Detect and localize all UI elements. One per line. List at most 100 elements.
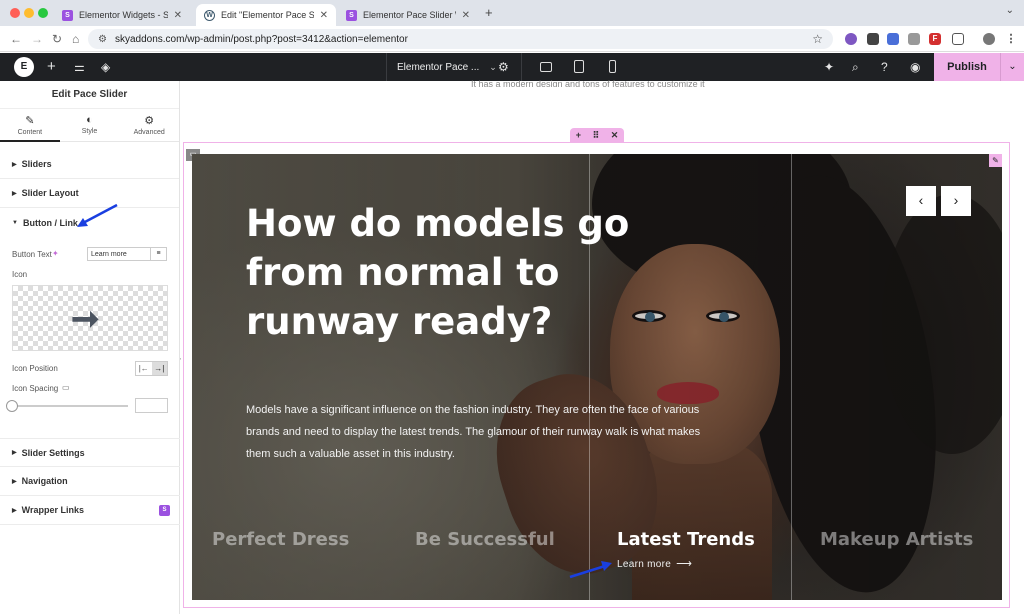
section-label: Slider Settings: [21, 447, 85, 458]
caret-right-icon: ▶: [12, 161, 17, 168]
align-right-icon[interactable]: →|: [151, 362, 167, 375]
maximize-window-button[interactable]: [38, 8, 48, 18]
section-sliders[interactable]: ▶ Sliders: [0, 150, 179, 179]
tab-advanced[interactable]: ⚙ Advanced: [119, 109, 179, 141]
extensions-puzzle-icon[interactable]: [952, 33, 964, 45]
close-tab-icon[interactable]: ✕: [320, 10, 328, 21]
wordpress-favicon-icon: W: [204, 9, 215, 21]
tablet-view-icon[interactable]: [574, 60, 584, 73]
section-handle: + ⠿ ✕: [570, 128, 624, 142]
home-icon[interactable]: ⌂: [72, 32, 79, 46]
pace-slider-hero[interactable]: How do models go from normal to runway r…: [192, 154, 1002, 600]
back-arrow-icon[interactable]: ←: [10, 32, 22, 46]
structure-layers-icon[interactable]: ◈: [101, 59, 110, 75]
slide-label-be-successful[interactable]: Be Successful: [415, 529, 555, 550]
new-tab-button[interactable]: +: [485, 5, 493, 20]
tab-label: Advanced: [133, 129, 165, 136]
slide-label-makeup-artists[interactable]: Makeup Artists: [820, 529, 973, 550]
extension-red-icon[interactable]: F: [929, 33, 941, 45]
learn-more-link[interactable]: Learn more ⟶: [617, 557, 692, 570]
slider-prev-button[interactable]: ‹: [906, 186, 936, 216]
slide-title: How do models go from normal to runway r…: [246, 202, 630, 343]
section-wrapper-links[interactable]: ▶ Wrapper Links S: [0, 496, 180, 525]
section-slider-settings[interactable]: ▶ Slider Settings: [0, 438, 180, 467]
forward-arrow-icon[interactable]: →: [31, 32, 43, 46]
add-section-icon[interactable]: +: [576, 130, 581, 140]
desktop-view-icon[interactable]: [540, 62, 552, 72]
sky-addons-favicon-icon: S: [62, 9, 73, 21]
annotation-arrow-icon: [77, 203, 118, 227]
tab-title: Elementor Widgets - Sky Add: [79, 10, 168, 20]
icon-spacing-slider-track[interactable]: [12, 405, 128, 407]
browser-tab-sky-addons[interactable]: S Elementor Widgets - Sky Add ✕: [54, 4, 190, 26]
site-settings-sliders-icon[interactable]: ⚌: [74, 59, 85, 75]
preview-eye-icon[interactable]: ◉: [910, 59, 920, 75]
edit-widget-pencil-icon[interactable]: ✎: [989, 154, 1002, 167]
ai-sparkle-icon[interactable]: ✦: [52, 249, 59, 258]
minimize-window-button[interactable]: [24, 8, 34, 18]
caret-right-icon: ▶: [12, 190, 17, 197]
tab-content[interactable]: ✎ Content: [0, 109, 60, 142]
publish-options-chevron-icon[interactable]: ⌄: [1000, 53, 1024, 81]
close-tab-icon[interactable]: ✕: [462, 10, 470, 21]
extension-translate-icon[interactable]: [887, 33, 899, 45]
caret-down-icon: ▼: [12, 219, 18, 226]
section-label: Slider Layout: [21, 188, 79, 198]
bookmark-star-icon[interactable]: ☆: [812, 32, 823, 46]
section-navigation[interactable]: ▶ Navigation: [0, 467, 180, 496]
browser-tab-edit-pace-slider[interactable]: W Edit "Elementor Pace Slider W ✕: [196, 4, 336, 26]
sky-addons-badge-icon: S: [159, 505, 170, 516]
learn-more-text: Learn more: [617, 559, 672, 570]
close-tab-icon[interactable]: ✕: [174, 10, 182, 21]
profile-avatar[interactable]: [983, 33, 995, 45]
slide-description: Models have a significant influence on t…: [246, 404, 701, 460]
drag-handle-icon[interactable]: ⠿: [593, 130, 600, 141]
browser-tab-bar: S Elementor Widgets - Sky Add ✕ W Edit "…: [0, 0, 1024, 26]
slide-label-latest-trends[interactable]: Latest Trends: [617, 529, 755, 550]
mobile-view-icon[interactable]: [609, 60, 616, 73]
panel-title: Edit Pace Slider: [0, 81, 179, 109]
browser-address-bar: ← → ↻ ⌂ ⚙ skyaddons.com/wp-admin/post.ph…: [0, 26, 1024, 52]
elementor-logo-icon[interactable]: E: [14, 57, 34, 77]
arrow-right-icon: ➞: [71, 300, 100, 338]
annotation-arrow-icon: [569, 561, 612, 579]
button-text-input[interactable]: [87, 247, 151, 261]
add-element-icon[interactable]: +: [47, 59, 56, 75]
delete-section-icon[interactable]: ✕: [611, 130, 619, 141]
pencil-icon: ✎: [25, 115, 35, 127]
extension-color-icon[interactable]: [845, 33, 857, 45]
elementor-top-bar: E + ⚌ ◈ Elementor Pace ... ⌄ ⚙ ✦ ⌕ ? ◉ P…: [0, 53, 1024, 81]
publish-button[interactable]: Publish: [934, 53, 1000, 81]
previous-section-text: It has a modern design and tons of featu…: [471, 79, 705, 87]
browser-menu-icon[interactable]: ⋮: [1005, 33, 1017, 45]
icon-spacing-input[interactable]: [135, 398, 168, 413]
responsive-desktop-icon[interactable]: ▭: [62, 383, 70, 392]
gear-icon: ⚙: [144, 115, 155, 127]
slide-label-perfect-dress[interactable]: Perfect Dress: [212, 529, 349, 550]
url-input[interactable]: ⚙ skyaddons.com/wp-admin/post.php?post=3…: [88, 29, 833, 49]
tab-search-chevron-icon[interactable]: ⌄: [1006, 5, 1014, 16]
slider-next-button[interactable]: ›: [941, 186, 971, 216]
browser-tab-pace-slider-widget[interactable]: S Elementor Pace Slider Widge ✕: [338, 4, 478, 26]
close-window-button[interactable]: [10, 8, 20, 18]
align-left-icon[interactable]: |←: [136, 362, 152, 375]
button-text-label: Button Text: [12, 250, 52, 259]
reload-icon[interactable]: ↻: [52, 32, 62, 46]
icon-picker-preview[interactable]: ➞: [12, 285, 168, 351]
help-icon[interactable]: ?: [881, 59, 888, 75]
editor-canvas: It has a modern design and tons of featu…: [181, 79, 1024, 614]
search-icon[interactable]: ⌕: [852, 59, 859, 75]
tab-style[interactable]: ◐ Style: [60, 109, 120, 141]
icon-position-toggle: |← →|: [135, 361, 168, 376]
dynamic-tags-icon[interactable]: ≡: [151, 247, 167, 261]
notifications-rocket-icon[interactable]: ✦: [824, 59, 834, 75]
tab-title: Elementor Pace Slider Widge: [363, 10, 456, 20]
page-settings-gear-icon[interactable]: ⚙: [498, 59, 509, 75]
site-info-icon[interactable]: ⚙: [98, 34, 107, 45]
extension-shield-icon[interactable]: [867, 33, 879, 45]
caret-right-icon: ▶: [12, 450, 17, 456]
icon-spacing-slider-handle[interactable]: [6, 400, 18, 412]
section-label: Button / Link: [22, 217, 78, 228]
extension-image-icon[interactable]: [908, 33, 920, 45]
url-text: skyaddons.com/wp-admin/post.php?post=341…: [114, 33, 408, 45]
